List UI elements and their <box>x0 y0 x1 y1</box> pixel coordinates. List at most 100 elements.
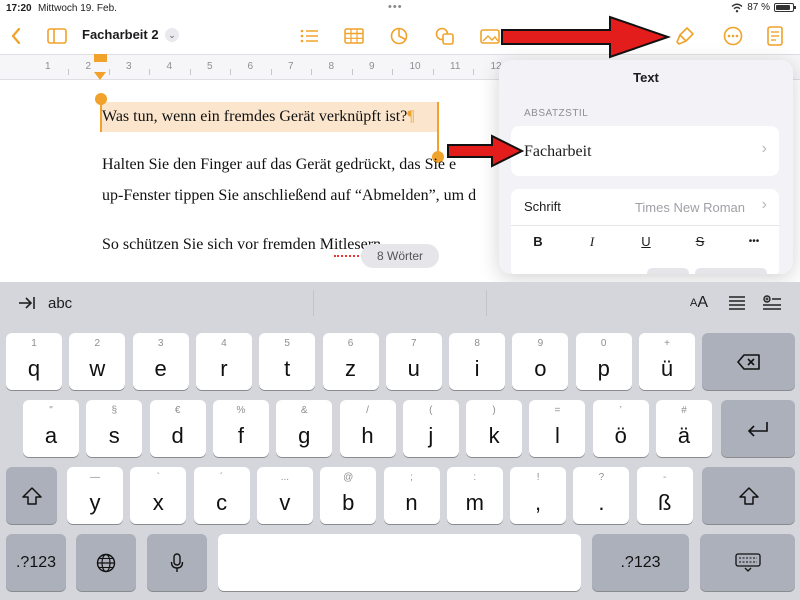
letter-key[interactable]: 7u <box>385 333 442 390</box>
ruler-number: 9 <box>369 61 375 72</box>
insert-list-icon[interactable] <box>762 282 782 324</box>
popover-partial-control[interactable] <box>695 268 767 274</box>
selection-end-line <box>437 102 439 156</box>
ruler-number: 3 <box>126 61 132 72</box>
list-icon[interactable] <box>296 18 322 54</box>
body-line[interactable]: So schützen Sie sich vor fremden Mitlese… <box>102 236 381 254</box>
microphone-key[interactable] <box>147 534 207 591</box>
letter-key[interactable]: 8i <box>449 333 506 390</box>
letter-key[interactable]: 0p <box>575 333 632 390</box>
paragraph-style-label: ABSATZSTIL <box>524 108 589 119</box>
ruler-indent-marker[interactable] <box>94 72 106 80</box>
body-line[interactable]: Halten Sie den Finger auf das Gerät gedr… <box>102 156 456 174</box>
format-brush-icon[interactable] <box>671 18 699 54</box>
letter-key[interactable]: 6z <box>322 333 379 390</box>
key-main-label: h <box>361 423 374 448</box>
letter-key[interactable]: 1q <box>6 333 62 390</box>
sidebar-icon[interactable] <box>44 18 70 54</box>
more-icon[interactable] <box>719 18 747 54</box>
underline-button[interactable]: U <box>619 228 673 256</box>
ruler-tab-marker[interactable] <box>94 54 107 62</box>
letter-key[interactable]: # ä <box>656 400 712 457</box>
multitasking-dots-icon[interactable]: ••• <box>388 1 403 13</box>
ruler-tick <box>392 69 394 75</box>
space-key[interactable] <box>218 534 581 591</box>
numbers-key-left[interactable]: .?123 <box>6 534 66 591</box>
shapes-icon[interactable] <box>432 18 458 54</box>
key-alt-label: + <box>664 338 670 349</box>
back-icon[interactable] <box>6 18 26 54</box>
letter-key[interactable]: 4r <box>195 333 252 390</box>
letter-key[interactable]: -ß <box>636 467 693 524</box>
heading-paragraph[interactable]: Was tun, wenn ein fremdes Gerät verknüpf… <box>102 108 415 126</box>
letter-key[interactable]: / h <box>339 400 396 457</box>
letter-key[interactable]: ; n <box>383 467 440 524</box>
key-main-label: p <box>597 356 610 381</box>
letter-key[interactable]: — y <box>67 467 123 524</box>
letter-key[interactable]: 5t <box>259 333 316 390</box>
delete-key[interactable] <box>702 333 795 390</box>
letter-key[interactable]: € d <box>149 400 206 457</box>
word-count-pill[interactable]: 8 Wörter <box>361 244 439 268</box>
strikethrough-button[interactable]: S <box>673 228 727 256</box>
table-icon[interactable] <box>341 18 367 54</box>
letter-key[interactable]: ’ ö <box>592 400 649 457</box>
paragraph-style-row[interactable]: Facharbeit › <box>511 126 779 176</box>
ruler-tick <box>230 69 232 75</box>
ruler-tick <box>473 69 475 75</box>
document-setup-icon[interactable] <box>762 18 788 54</box>
chart-icon[interactable] <box>386 18 412 54</box>
key-main-label: w <box>89 356 106 381</box>
shift-key-left[interactable] <box>6 467 57 524</box>
key-alt-label: ! <box>536 472 540 483</box>
return-key[interactable] <box>721 400 795 457</box>
key-alt-label: 4 <box>221 338 227 349</box>
font-label: Schrift <box>524 199 561 214</box>
font-value[interactable]: Times New Roman <box>635 200 745 215</box>
letter-key[interactable]: :m <box>446 467 503 524</box>
autocorrect-suggestion[interactable]: abc <box>48 282 72 324</box>
letter-key[interactable]: % f <box>212 400 269 457</box>
key-alt-label: ` <box>156 472 160 483</box>
format-buttons: B I U S ••• <box>511 228 781 256</box>
font-size-icon[interactable]: AA <box>690 282 708 324</box>
letter-key[interactable]: & g <box>276 400 333 457</box>
popover-partial-control[interactable] <box>647 268 689 274</box>
globe-key[interactable] <box>76 534 136 591</box>
letter-key[interactable]: + ü <box>639 333 695 390</box>
key-main-label: , <box>535 490 542 515</box>
letter-key[interactable]: § s <box>86 400 143 457</box>
letter-key[interactable]: 3e <box>132 333 189 390</box>
bold-button[interactable]: B <box>511 228 565 256</box>
letter-key[interactable]: ´ c <box>193 467 250 524</box>
ruler-number: 8 <box>328 61 335 72</box>
key-alt-label: = <box>554 405 561 416</box>
key-main-label: o <box>534 356 547 381</box>
more-format-button[interactable]: ••• <box>727 228 781 256</box>
letter-key[interactable]: ) k <box>466 400 523 457</box>
letter-key[interactable]: = l <box>529 400 586 457</box>
letter-key[interactable]: ` x <box>130 467 187 524</box>
hide-keyboard-key[interactable] <box>700 534 795 591</box>
italic-button[interactable]: I <box>565 228 619 256</box>
align-icon[interactable] <box>728 282 746 324</box>
letter-key[interactable]: ... v <box>256 467 313 524</box>
letter-key[interactable]: !, <box>510 467 567 524</box>
key-alt-label: % <box>236 405 246 416</box>
letter-key[interactable]: " a <box>23 400 79 457</box>
letter-key[interactable]: 2w <box>69 333 126 390</box>
tab-key-icon[interactable] <box>18 282 36 324</box>
key-alt-label: / <box>366 405 369 416</box>
key-main-label: t <box>284 356 291 381</box>
letter-key[interactable]: ?. <box>573 467 630 524</box>
letter-key[interactable]: @ b <box>320 467 377 524</box>
chevron-down-icon[interactable]: ⌄ <box>165 28 179 42</box>
letter-key[interactable]: 9o <box>512 333 569 390</box>
body-line[interactable]: up-Fenster tippen Sie anschließend auf “… <box>102 187 476 205</box>
selection-start-handle[interactable] <box>95 93 107 105</box>
document-title[interactable]: Facharbeit 2 <box>82 27 159 42</box>
shift-key-right[interactable] <box>702 467 795 524</box>
numbers-key-right[interactable]: .?123 <box>592 534 689 591</box>
letter-key[interactable]: (j <box>402 400 459 457</box>
key-main-label: z <box>345 356 356 381</box>
